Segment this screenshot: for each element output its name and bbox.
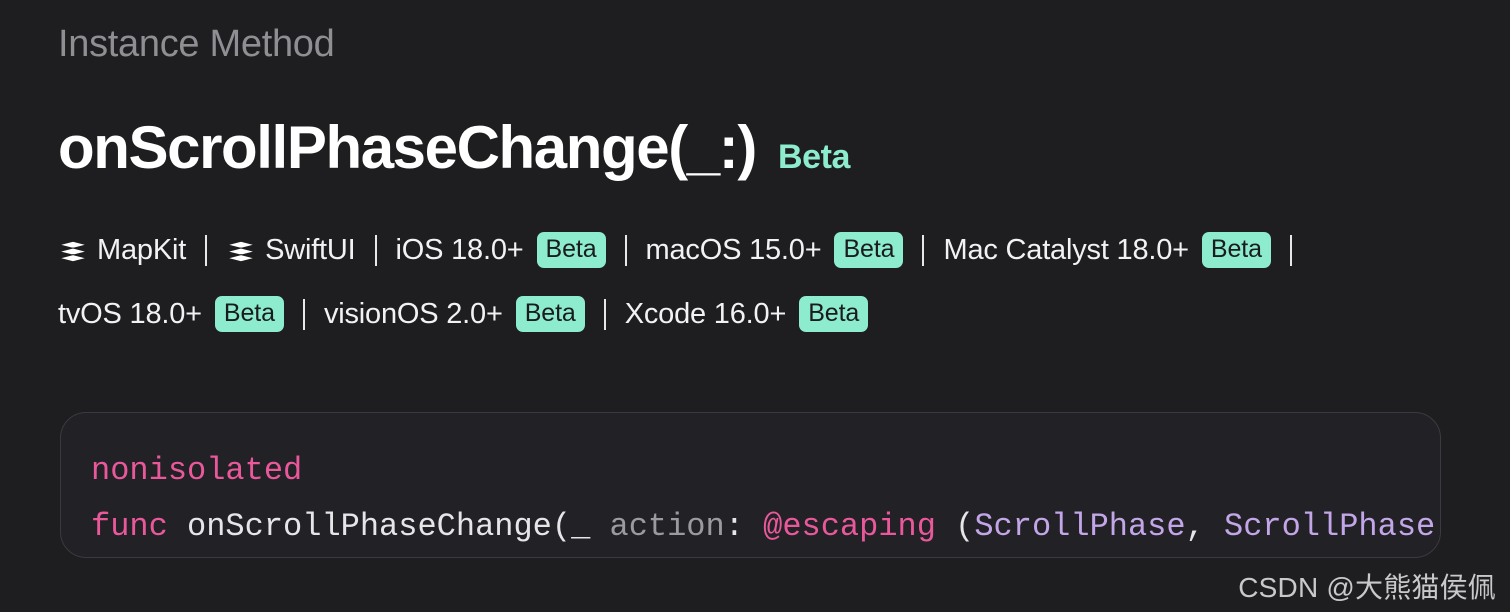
availability-divider [205, 234, 208, 266]
code-token-punct: , [1185, 508, 1224, 545]
code-token-punct: ( [955, 508, 975, 545]
code-token-kw: func [91, 508, 168, 545]
availability-item[interactable]: Mac Catalyst 18.0+ Beta [943, 232, 1271, 268]
availability-divider [922, 234, 925, 266]
availability-item[interactable]: visionOS 2.0+ Beta [324, 296, 585, 332]
availability-divider [374, 234, 377, 266]
availability-row: tvOS 18.0+ Beta visionOS 2.0+ Beta Xcode 16.… [58, 292, 1458, 336]
title-beta-label: Beta [777, 138, 851, 176]
availability-list: MapKit SwiftUI iOS 18.0+ Beta macOS 15.0+ Bet… [58, 228, 1458, 356]
availability-label: MapKit [97, 233, 187, 266]
availability-item[interactable]: macOS 15.0+ Beta [646, 232, 904, 268]
beta-badge: Beta [214, 296, 284, 332]
code-line: nonisolated [91, 443, 1440, 499]
code-token-punct: ( [551, 508, 572, 545]
availability-divider [302, 298, 305, 330]
availability-divider [624, 234, 627, 266]
availability-label: visionOS 2.0+ [323, 297, 503, 330]
availability-label: macOS 15.0+ [645, 233, 822, 266]
availability-label: tvOS 18.0+ [58, 297, 202, 330]
code-token-param: action [609, 508, 725, 545]
availability-divider [1289, 234, 1292, 266]
code-token-type: ScrollPhase [1223, 508, 1436, 545]
availability-label: Mac Catalyst 18.0+ [943, 233, 1189, 266]
code-lines: nonisolated func onScrollPhaseChange(_ ac… [91, 443, 1440, 555]
page-title: onScrollPhaseChange(_:) Beta [58, 116, 850, 179]
availability-item[interactable]: Xcode 16.0+ Beta [625, 296, 869, 332]
code-token-plain: onScrollPhaseChange [187, 508, 552, 545]
framework-stack-icon [58, 239, 88, 263]
code-token-kw: nonisolated [91, 452, 303, 489]
availability-item[interactable]: SwiftUI [226, 233, 356, 267]
beta-badge: Beta [1201, 232, 1271, 268]
availability-item[interactable]: tvOS 18.0+ Beta [58, 296, 284, 332]
code-token-plain: _ [571, 508, 591, 545]
code-line: func onScrollPhaseChange(_ action: @esca… [91, 499, 1440, 555]
framework-stack-icon [226, 239, 256, 263]
code-token-type: ScrollPhase [974, 508, 1186, 545]
code-token-plain: : [724, 508, 764, 545]
watermark: CSDN @大熊猫侯佩 [1238, 572, 1496, 603]
availability-label: iOS 18.0+ [395, 233, 524, 266]
beta-badge: Beta [536, 232, 606, 268]
availability-label: SwiftUI [265, 233, 356, 266]
code-token-attr: @escaping [763, 508, 936, 545]
code-declaration-block: nonisolated func onScrollPhaseChange(_ ac… [60, 412, 1441, 558]
availability-divider [603, 298, 606, 330]
documentation-page: Instance Method onScrollPhaseChange(_:) … [0, 0, 1510, 612]
beta-badge: Beta [515, 296, 585, 332]
symbol-kind-eyebrow: Instance Method [58, 23, 335, 65]
availability-label: Xcode 16.0+ [624, 297, 787, 330]
symbol-name: onScrollPhaseChange(_:) [58, 114, 757, 181]
availability-row: MapKit SwiftUI iOS 18.0+ Beta macOS 15.0+ Bet… [58, 228, 1458, 272]
availability-item[interactable]: MapKit [58, 234, 186, 267]
beta-badge: Beta [799, 296, 869, 332]
beta-badge: Beta [834, 232, 904, 268]
availability-item[interactable]: iOS 18.0+ Beta [396, 232, 606, 268]
